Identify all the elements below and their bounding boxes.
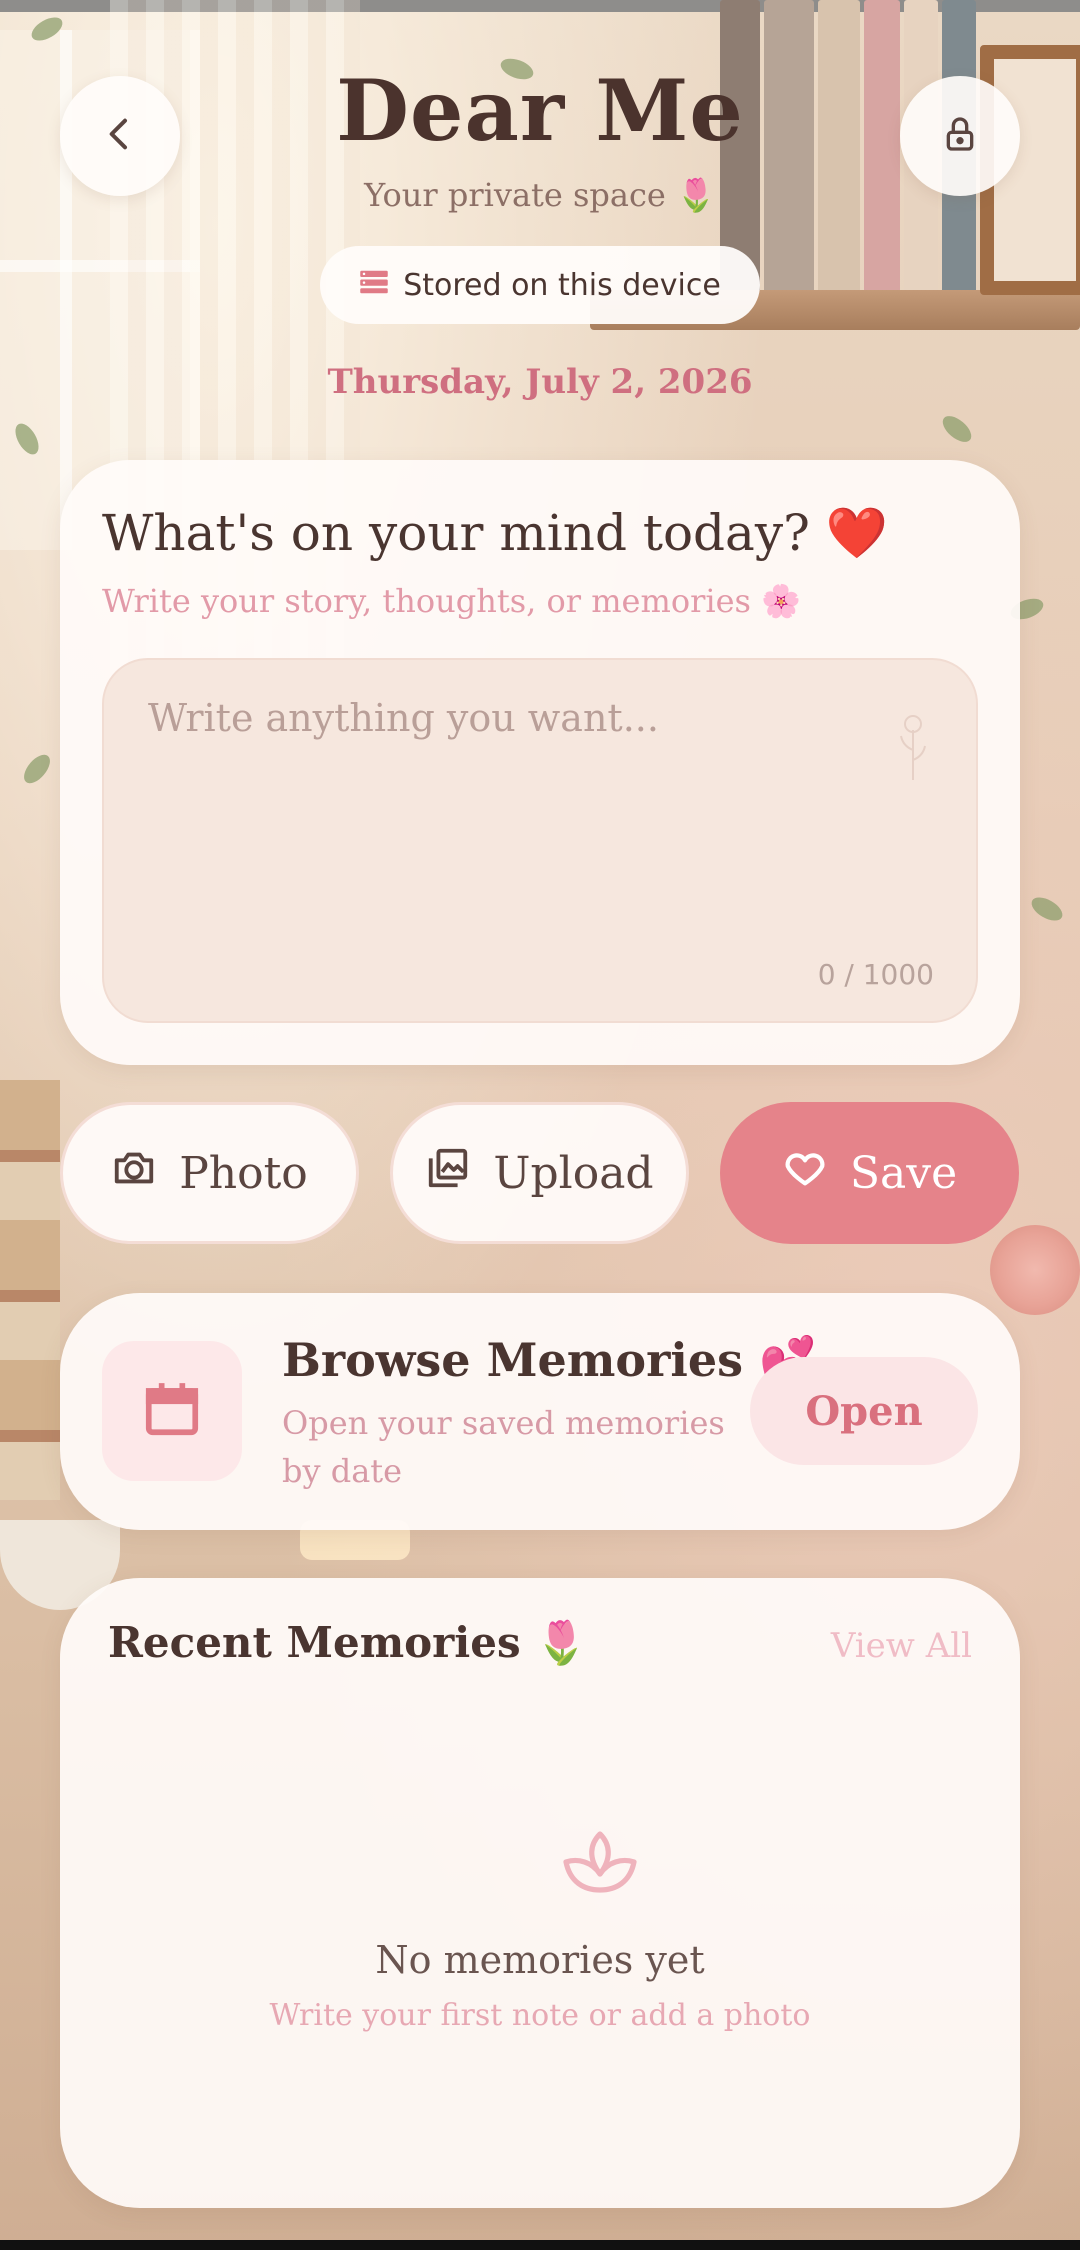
save-button[interactable]: Save: [720, 1102, 1019, 1244]
app-screen: Dear Me Your private space 🌷 Stored on t…: [0, 0, 1080, 2250]
empty-state-subtitle: Write your first note or add a photo: [269, 1998, 811, 2033]
calendar-icon: [141, 1378, 203, 1444]
camera-icon: [111, 1145, 157, 1202]
compose-card: What's on your mind today? ❤️ Write your…: [60, 460, 1020, 1065]
upload-label: Upload: [493, 1147, 654, 1199]
upload-button[interactable]: Upload: [390, 1102, 689, 1244]
recent-memories-card: Recent Memories 🌷 View All No memories y…: [60, 1578, 1020, 2208]
browse-title: Browse Memories 💕: [282, 1333, 817, 1387]
compose-title: What's on your mind today? ❤️: [102, 504, 889, 562]
app-subtitle: Your private space 🌷: [364, 176, 716, 214]
view-all-link[interactable]: View All: [831, 1626, 972, 1666]
flower-watermark-icon: [898, 710, 928, 784]
navigation-strip: [0, 2240, 1080, 2250]
heart-icon: [782, 1145, 828, 1202]
photo-label: Photo: [179, 1147, 308, 1199]
background-leaf: [1027, 892, 1067, 926]
open-button[interactable]: Open: [750, 1357, 978, 1465]
lotus-icon: [500, 1830, 700, 1910]
browse-description: Open your saved memories by date: [282, 1404, 725, 1490]
compose-subtitle: Write your story, thoughts, or memories …: [102, 582, 801, 620]
background-books-stack: [0, 1080, 60, 1500]
photo-button[interactable]: Photo: [60, 1102, 359, 1244]
save-label: Save: [849, 1147, 958, 1199]
journal-placeholder: Write anything you want...: [148, 696, 659, 740]
database-icon: [359, 268, 389, 303]
browse-memories-card[interactable]: Browse Memories 💕 Open your saved memori…: [60, 1293, 1020, 1530]
storage-label: Stored on this device: [403, 267, 721, 303]
calendar-tile: [102, 1341, 242, 1481]
lock-icon: [940, 114, 980, 158]
empty-state-title: No memories yet: [375, 1938, 705, 1982]
gallery-icon: [425, 1145, 471, 1202]
background-leaf: [938, 411, 976, 447]
background-leaf: [19, 750, 55, 788]
recent-title: Recent Memories 🌷: [108, 1618, 588, 1667]
storage-badge: Stored on this device: [320, 246, 760, 324]
journal-text-input[interactable]: Write anything you want... 0 / 1000: [102, 658, 978, 1023]
current-date: Thursday, July 2, 2026: [327, 362, 753, 402]
lock-button[interactable]: [900, 76, 1020, 196]
character-counter: 0 / 1000: [817, 958, 934, 991]
background-rose: [990, 1225, 1080, 1315]
